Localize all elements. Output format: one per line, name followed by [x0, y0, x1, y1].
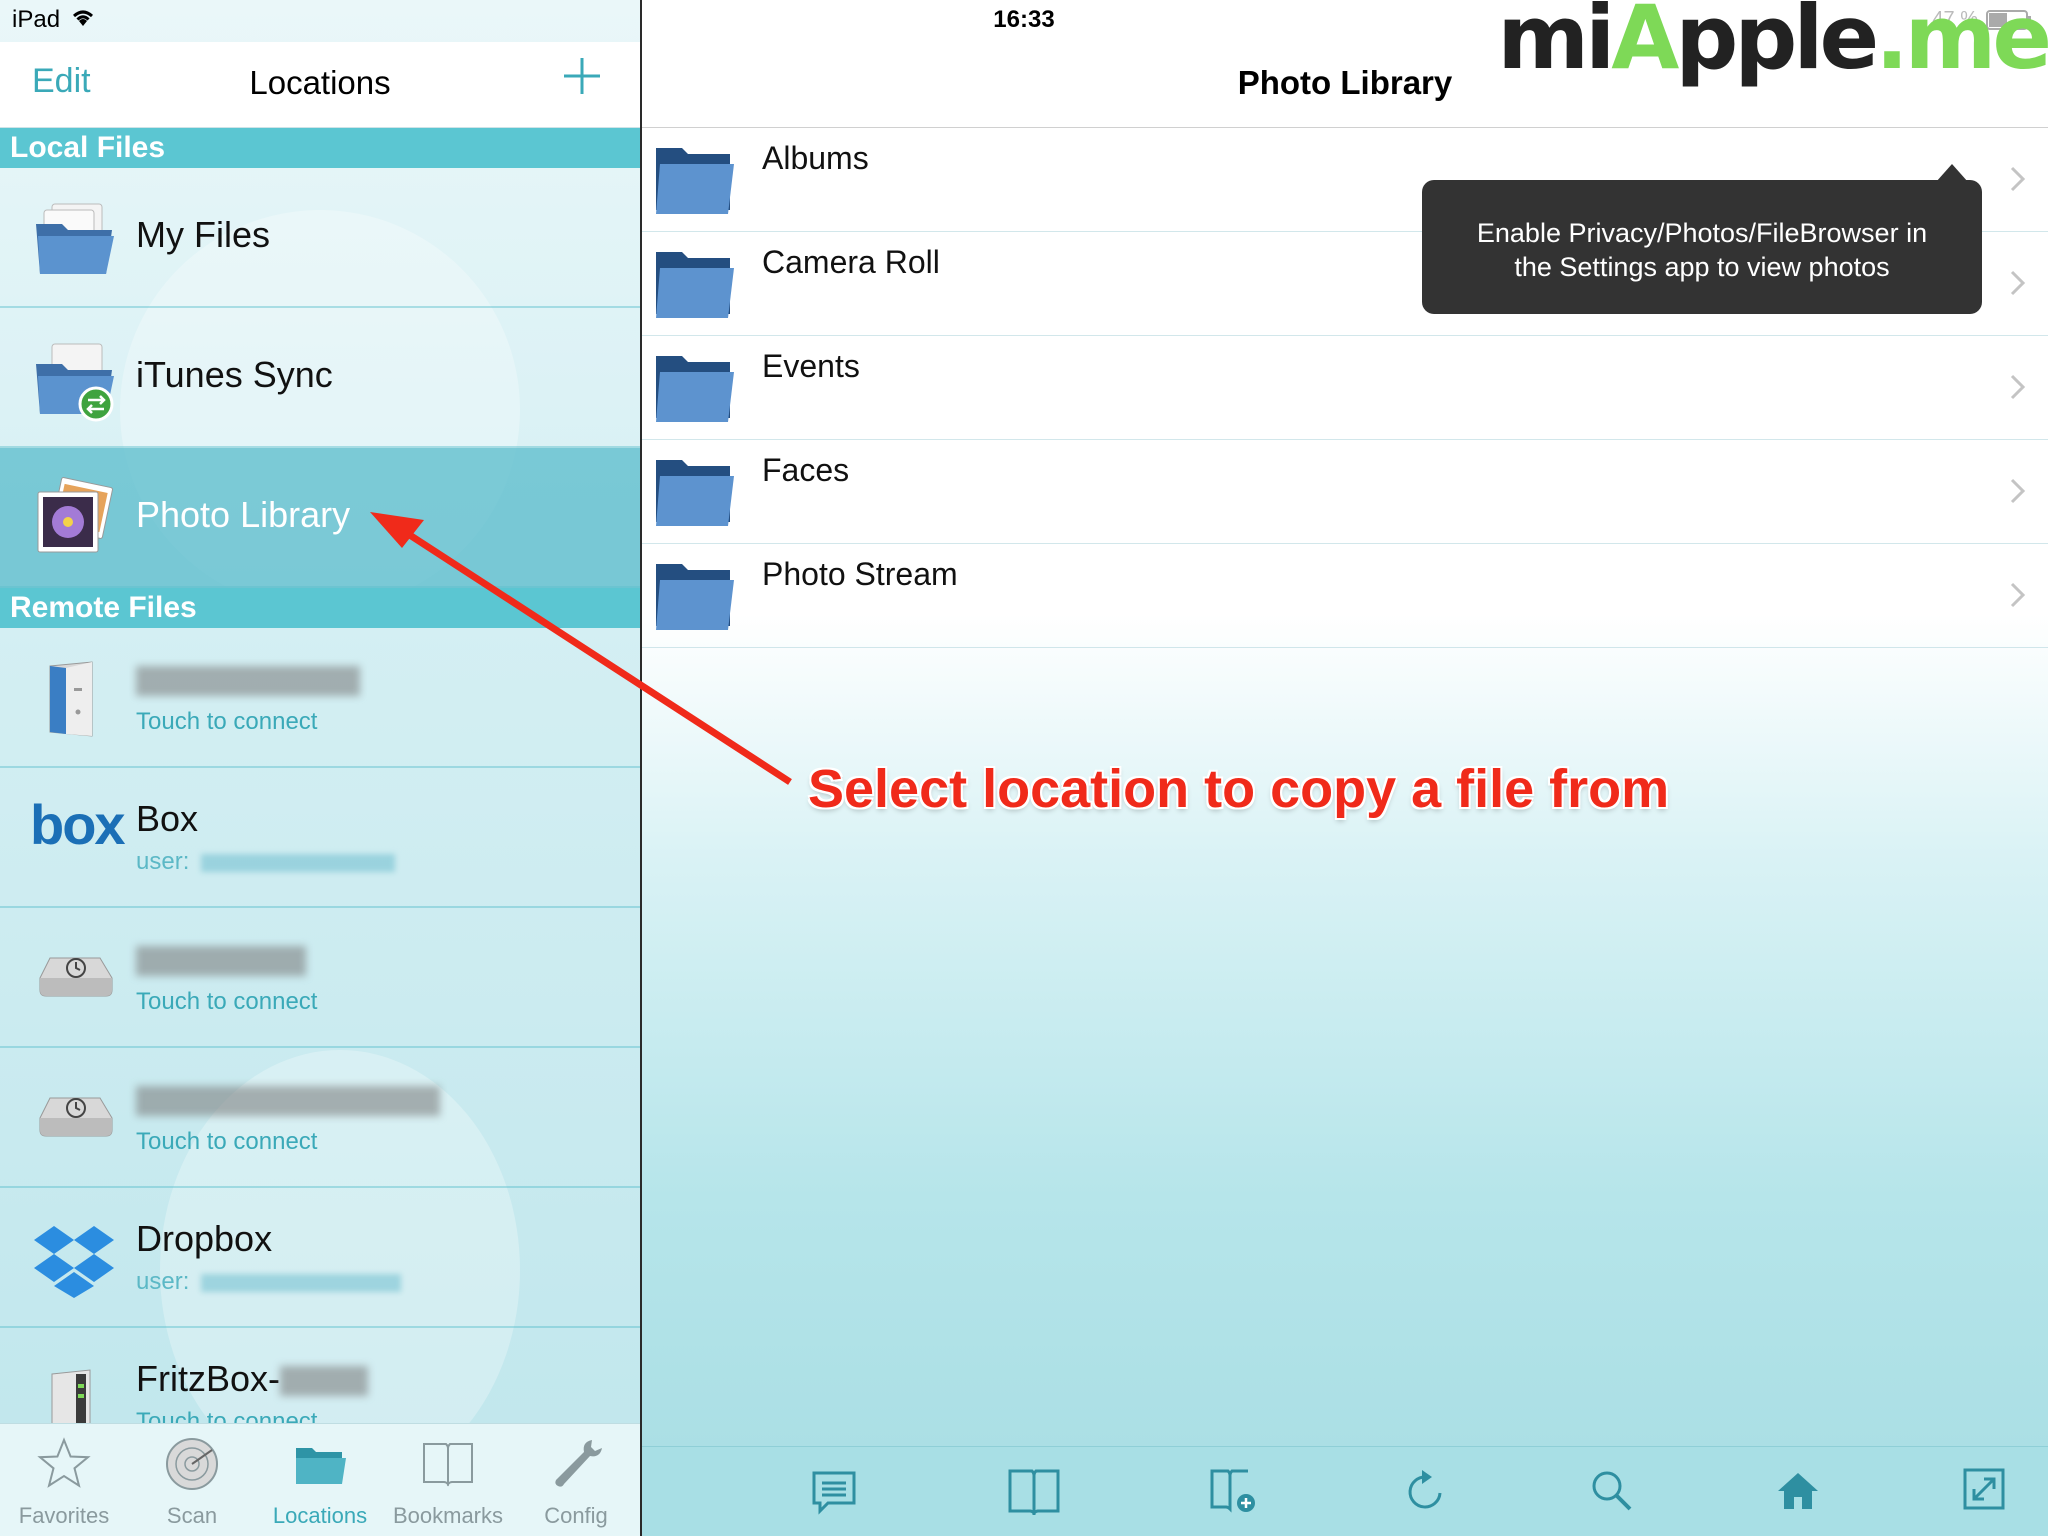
tab-scan[interactable]: Scan	[128, 1424, 256, 1536]
section-remote-files: Remote Files	[0, 588, 640, 628]
redacted-name	[136, 1086, 440, 1117]
chevron-right-icon	[2010, 374, 2026, 400]
section-local-files: Local Files	[0, 128, 640, 168]
location-time-capsule-1[interactable]: Touch to connect	[0, 908, 640, 1048]
folder-name: Camera Roll	[762, 244, 940, 280]
folder-icon	[656, 356, 734, 422]
location-status: Touch to connect	[136, 708, 318, 735]
folder-icon	[656, 252, 734, 318]
refresh-button[interactable]	[1402, 1467, 1450, 1518]
bottom-toolbar	[642, 1446, 2048, 1536]
wrench-icon	[555, 1440, 602, 1487]
folder-stack-icon	[36, 203, 114, 274]
time-capsule-icon	[39, 957, 113, 997]
locations-header: Edit Locations	[0, 42, 640, 128]
tab-bookmarks[interactable]: Bookmarks	[384, 1424, 512, 1536]
tab-label: Scan	[166, 1503, 218, 1528]
plus-icon	[564, 58, 600, 94]
folder-row-photo-stream[interactable]: Photo Stream	[642, 544, 2048, 648]
tab-label: Locations	[272, 1503, 368, 1528]
location-name: iTunes Sync	[136, 354, 333, 395]
location-box[interactable]: box Box user:	[0, 768, 640, 908]
redacted-name	[136, 666, 360, 697]
location-name: Box	[136, 798, 199, 839]
location-name: My Files	[136, 214, 270, 255]
refresh-icon	[1408, 1470, 1442, 1509]
star-icon	[37, 1437, 91, 1488]
location-dropbox[interactable]: Dropbox user:	[0, 1188, 640, 1328]
location-name	[136, 658, 360, 700]
tab-label: Favorites	[18, 1503, 110, 1528]
home-button[interactable]	[1774, 1467, 1822, 1518]
folder-name: Events	[762, 348, 860, 384]
tab-config[interactable]: Config	[512, 1424, 640, 1536]
folder-name: Albums	[762, 140, 869, 176]
tab-bar: Favorites Scan Locations Bookmarks Confi…	[0, 1423, 640, 1536]
folder-name: Photo Stream	[762, 556, 958, 592]
location-name	[136, 1078, 440, 1120]
fullscreen-button[interactable]	[1962, 1467, 2006, 1514]
annotation-text: Select location to copy a file from	[808, 759, 1670, 819]
list-button[interactable]	[810, 1467, 858, 1518]
tab-label: Config	[544, 1503, 608, 1528]
folder-icon	[656, 564, 734, 630]
tooltip-line: Enable Privacy/Photos/FileBrowser in	[1476, 218, 1928, 248]
locations-title: Locations	[249, 64, 391, 101]
locations-pane: Edit Locations Local Files My Files iTun…	[0, 0, 640, 1536]
open-book-button[interactable]	[1006, 1467, 1062, 1518]
watermark-logo: miApple.me	[1497, 0, 2048, 89]
tab-label: Bookmarks	[392, 1503, 504, 1528]
location-my-files[interactable]: My Files	[0, 168, 640, 308]
fullscreen-icon	[1963, 1468, 2005, 1510]
book-icon	[423, 1443, 473, 1487]
radar-icon	[166, 1438, 218, 1490]
home-icon	[1778, 1473, 1818, 1509]
location-time-capsule-2[interactable]: Touch to connect	[0, 1048, 640, 1188]
mac-pro-icon	[49, 661, 93, 737]
redacted-name	[136, 946, 306, 977]
location-name: FritzBox-	[136, 1358, 368, 1400]
location-user: user:	[136, 1268, 402, 1296]
add-bookmark-button[interactable]	[1208, 1467, 1258, 1518]
pane-divider	[640, 0, 642, 1536]
list-icon	[812, 1471, 856, 1515]
location-name: Photo Library	[136, 494, 351, 535]
location-name	[136, 938, 306, 980]
tooltip-line: the Settings app to view photos	[1514, 252, 1890, 282]
folder-name: Faces	[762, 452, 850, 488]
add-bookmark-icon	[1210, 1469, 1255, 1513]
folder-icon	[656, 148, 734, 214]
location-remote-mac[interactable]: Touch to connect	[0, 628, 640, 768]
box-logo-icon: box	[30, 793, 126, 856]
chevron-right-icon	[2010, 270, 2026, 296]
search-button[interactable]	[1588, 1467, 1636, 1518]
location-itunes-sync[interactable]: iTunes Sync	[0, 308, 640, 448]
tab-locations[interactable]: Locations	[256, 1424, 384, 1536]
folder-icon	[296, 1448, 346, 1484]
chevron-right-icon	[2010, 166, 2026, 192]
itunes-sync-icon	[36, 343, 114, 422]
time-capsule-icon	[39, 1097, 113, 1137]
folder-icon	[656, 460, 734, 526]
location-photo-library[interactable]: Photo Library	[0, 448, 640, 588]
chevron-right-icon	[2010, 478, 2026, 504]
location-name: Dropbox	[136, 1218, 273, 1259]
open-book-icon	[1008, 1469, 1060, 1517]
privacy-tooltip: Enable Privacy/Photos/FileBrowser in the…	[1422, 164, 1982, 314]
location-status: Touch to connect	[136, 988, 318, 1015]
dropbox-icon	[34, 1226, 114, 1298]
folder-row-events[interactable]: Events	[642, 336, 2048, 440]
tab-favorites[interactable]: Favorites	[0, 1424, 128, 1536]
photo-library-icon	[37, 477, 113, 553]
redacted-name	[280, 1366, 368, 1397]
add-location-button[interactable]	[562, 56, 602, 99]
redacted-user	[201, 1273, 402, 1292]
redacted-user	[201, 853, 396, 872]
folder-row-faces[interactable]: Faces	[642, 440, 2048, 544]
chevron-right-icon	[2010, 582, 2026, 608]
search-icon	[1592, 1471, 1632, 1511]
location-user: user:	[136, 848, 396, 876]
location-status: Touch to connect	[136, 1128, 318, 1155]
